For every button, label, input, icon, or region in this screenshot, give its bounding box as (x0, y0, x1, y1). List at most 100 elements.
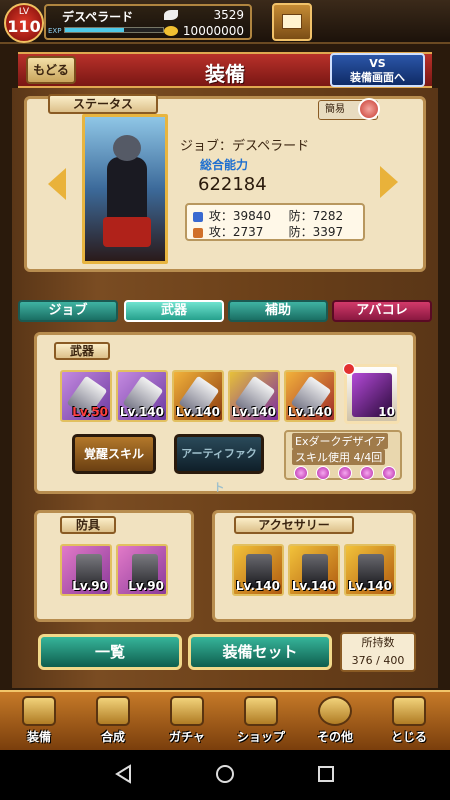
attack-1: 攻：39840 (208, 209, 272, 223)
sword-icon (193, 211, 203, 222)
nav-label: ガチャ (169, 730, 205, 744)
accessory-slot-2[interactable]: Lv.140 (288, 544, 340, 596)
next-arrow-icon[interactable] (380, 166, 398, 198)
circle-home-icon[interactable] (215, 764, 235, 784)
tab-support[interactable]: 補助 (228, 300, 328, 322)
nav-equip[interactable]: 装備 (4, 694, 74, 750)
hammer-icon (96, 696, 130, 726)
gold-count: 10000000 (182, 24, 244, 38)
accessory-slot-1[interactable]: Lv.140 (232, 544, 284, 596)
armor-slot-1[interactable]: Lv.90 (60, 544, 112, 596)
stat-row-2: 攻：2737 防：3397 (193, 224, 357, 240)
skill-pip-icon (382, 466, 396, 480)
level-badge: LV 110 (4, 3, 44, 43)
page-title: 装備 (205, 62, 245, 86)
weapon-slot-3[interactable]: Lv.140 (172, 370, 224, 422)
top-status-bar: LV 110 デスペラード EXP 3529 10000000 (0, 0, 450, 44)
tab-abacole[interactable]: アバコレ (332, 300, 432, 322)
tab-weapon[interactable]: 武器 (124, 300, 224, 322)
gear-icon (318, 696, 352, 726)
back-button[interactable]: もどる (26, 56, 76, 84)
power-value: 622184 (198, 174, 267, 195)
close-character-icon (392, 696, 426, 726)
attack-2: 攻：2737 (208, 225, 264, 239)
equip-set-button[interactable]: 装備セット (188, 634, 332, 670)
equip-icon (22, 696, 56, 726)
mail-button[interactable] (272, 3, 312, 41)
skill-pip-icon (316, 466, 330, 480)
exp-label: EXP (48, 27, 62, 35)
nav-synthesis[interactable]: 合成 (78, 694, 148, 750)
accessory-slot-3[interactable]: Lv.140 (344, 544, 396, 596)
defense-2: 防：3397 (288, 225, 344, 239)
accessory-section-label: アクセサリー (234, 516, 354, 534)
simple-toggle-label: 簡易 (325, 104, 345, 115)
item-level: Lv.50 (72, 405, 108, 419)
weapon-section-label: 武器 (54, 342, 110, 360)
weapon-slot-4[interactable]: Lv.140 (228, 370, 280, 422)
armor-section-label: 防具 (60, 516, 116, 534)
armor-slot-2[interactable]: Lv.90 (116, 544, 168, 596)
item-level: Lv.140 (287, 405, 332, 419)
player-name: デスペラード (62, 10, 134, 24)
nav-shop[interactable]: ショップ (226, 694, 296, 750)
alert-dot-icon (343, 363, 355, 375)
level-value: 110 (7, 17, 41, 36)
defense-1: 防：7282 (288, 209, 344, 223)
special-weapon-slot[interactable]: 10 (343, 363, 400, 424)
bottom-nav: 装備 合成 ガチャ ショップ その他 とじる (0, 690, 450, 750)
mail-icon (282, 14, 302, 29)
triangle-back-icon[interactable] (114, 764, 134, 784)
job-text: ジョブ：デスペラード (180, 139, 310, 154)
item-level: Lv.90 (128, 579, 164, 593)
exp-bar (64, 27, 164, 33)
item-level: Lv.140 (347, 579, 392, 593)
system-nav-bar (0, 750, 450, 800)
special-level: 10 (378, 405, 395, 419)
tab-job[interactable]: ジョブ (18, 300, 118, 322)
item-level: Lv.140 (119, 405, 164, 419)
holding-count-box: 所持数 376 / 400 (340, 632, 416, 672)
nav-label: 装備 (26, 730, 51, 744)
nav-label: とじる (390, 730, 427, 744)
toggle-knob-icon[interactable] (358, 98, 380, 120)
skill-name: Exダークデザイア (292, 433, 389, 449)
crystal-icon (164, 10, 178, 20)
weapon-slot-2[interactable]: Lv.140 (116, 370, 168, 422)
character-portrait[interactable] (82, 114, 168, 264)
skill-usage: スキル使用 4/4回 (292, 449, 386, 465)
weapon-slot-1[interactable]: Lv.50 (60, 370, 112, 422)
nav-label: その他 (316, 730, 353, 744)
stat-row-1: 攻：39840 防：7282 (193, 208, 357, 224)
holding-value: 376 / 400 (351, 654, 405, 667)
nav-close[interactable]: とじる (374, 694, 444, 750)
nav-label: ショップ (236, 730, 285, 744)
square-recents-icon[interactable] (316, 764, 336, 784)
artifact-button[interactable]: アーティファクト (174, 434, 264, 494)
skill-pip-icon (338, 466, 352, 480)
nav-label: 合成 (100, 730, 125, 744)
vs-sub-label: 装備画面へ (350, 71, 405, 84)
list-button[interactable]: 一覧 (38, 634, 182, 670)
power-label: 総合能力 (200, 158, 249, 172)
skill-pip-icon (360, 466, 374, 480)
stat-box: 攻：39840 防：7282 攻：2737 防：3397 (185, 203, 365, 241)
nav-gacha[interactable]: ガチャ (152, 694, 222, 750)
crystal-count: 3529 (213, 8, 244, 22)
crystal-shop-icon (244, 696, 278, 726)
item-level: Lv.140 (175, 405, 220, 419)
gold-coin-icon (164, 26, 178, 36)
awaken-skill-button[interactable]: 覚醒スキル (72, 434, 156, 474)
player-panel: デスペラード EXP 3529 10000000 (44, 4, 252, 40)
vs-label: VS (369, 57, 386, 70)
item-level: Lv.140 (291, 579, 336, 593)
weapon-slot-5[interactable]: Lv.140 (284, 370, 336, 422)
gacha-icon (170, 696, 204, 726)
nav-other[interactable]: その他 (300, 694, 370, 750)
prev-arrow-icon[interactable] (48, 168, 66, 200)
item-level: Lv.140 (235, 579, 280, 593)
vs-equip-button[interactable]: VS 装備画面へ (330, 53, 425, 87)
skill-pip-icon (294, 466, 308, 480)
item-level: Lv.90 (72, 579, 108, 593)
staff-icon (193, 227, 203, 238)
